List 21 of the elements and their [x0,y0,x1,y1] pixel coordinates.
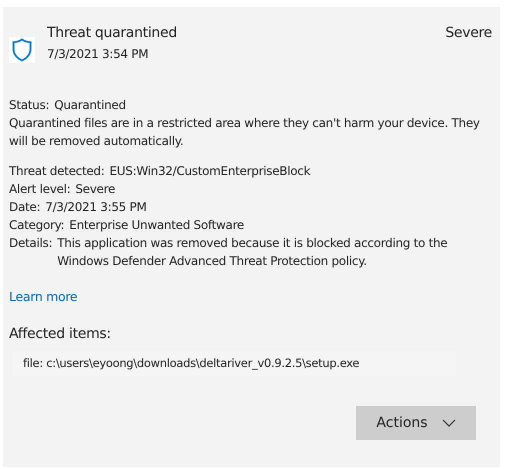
status-value: Quarantined [54,97,126,114]
detail-label: Threat detected: [9,163,104,180]
detail-label: Details: [9,235,52,252]
timestamp: 7/3/2021 3:54 PM [47,46,150,63]
detail-value: Enterprise Unwanted Software [69,217,244,234]
learn-more-link[interactable]: Learn more [9,289,78,304]
detail-value: Severe [75,181,116,198]
actions-button[interactable]: Actions [356,406,476,440]
detail-label: Category: [9,217,64,234]
detail-label: Alert level: [9,181,70,198]
status-label: Status: [9,97,50,114]
detail-label: Date: [9,199,40,216]
chevron-down-icon [442,419,456,427]
severity-label: Severe [445,24,492,43]
threat-title: Threat quarantined [47,24,178,43]
shield-icon [12,38,32,62]
status-description: Quarantined files are in a restricted area where they can't harm your device. They will be removed automatically. [9,115,481,150]
detail-value: EUS:Win32/CustomEnterpriseBlock [110,163,310,180]
detail-value: This application was removed because it is blocked according to the Windows Defender Advanced Threat Protection policy. [57,235,448,270]
affected-items-heading: Affected items: [9,325,112,344]
detail-value: 7/3/2021 3:55 PM [45,199,146,216]
